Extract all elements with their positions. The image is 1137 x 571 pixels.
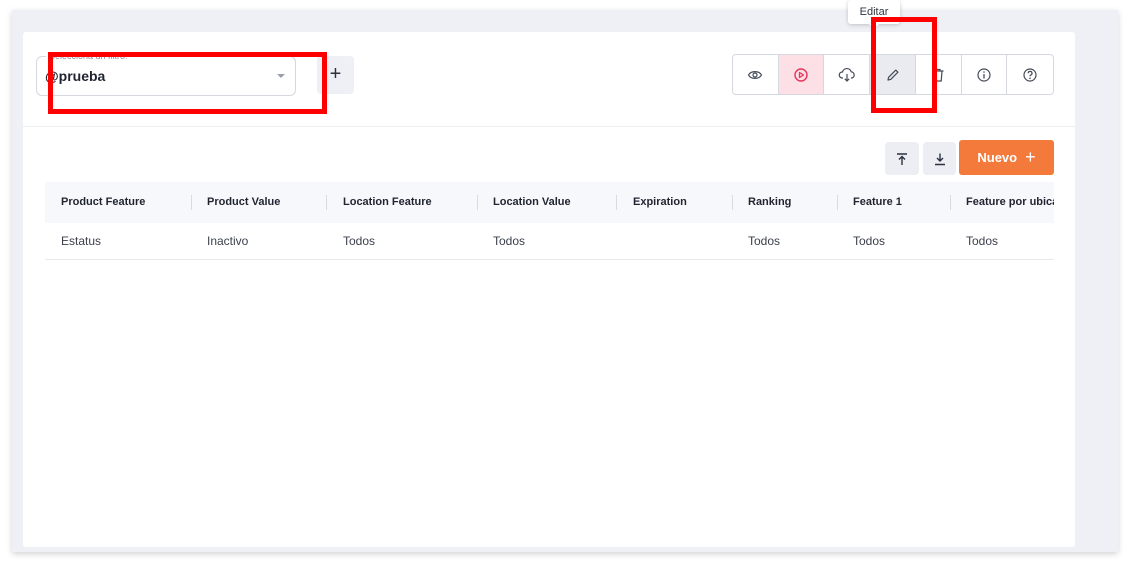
cloud-download-icon (838, 67, 855, 82)
column-header[interactable]: Product Feature (61, 182, 145, 223)
header-divider (23, 126, 1075, 127)
help-icon (1023, 67, 1037, 82)
column-divider (191, 195, 192, 210)
download-cloud-button[interactable] (824, 55, 871, 94)
table-cell: Todos (853, 234, 886, 248)
filter-value: @prueba (45, 68, 106, 84)
upload-icon (897, 152, 907, 165)
new-button[interactable]: Nuevo + (959, 140, 1054, 175)
main-card: Selecciona un filtro: @prueba + Nuevo + … (23, 32, 1075, 547)
eye-icon (748, 70, 763, 79)
pencil-icon (886, 69, 899, 81)
table-cell: Todos (493, 234, 526, 248)
view-button[interactable] (733, 55, 779, 94)
download-icon (934, 153, 945, 165)
activate-button[interactable] (778, 55, 825, 94)
column-divider (950, 195, 951, 210)
trash-icon (932, 68, 944, 82)
table-cell: Todos (966, 234, 999, 248)
column-header[interactable]: Ranking (748, 182, 791, 223)
plus-icon: + (1025, 147, 1036, 167)
edit-tooltip: Editar (848, 0, 900, 29)
column-header[interactable]: Feature por ubica (966, 182, 1054, 223)
table-row[interactable]: Estatus Inactivo Todos Todos Todos Todos… (45, 223, 1054, 260)
help-button[interactable] (1007, 55, 1053, 94)
column-divider (326, 195, 327, 210)
delete-button[interactable] (916, 55, 962, 94)
data-table: Product Feature Product Value Location F… (45, 182, 1054, 260)
filter-select[interactable]: Selecciona un filtro: @prueba (36, 50, 296, 96)
table-cell: Estatus (61, 234, 102, 248)
table-cell: Todos (748, 234, 781, 248)
download-button[interactable] (923, 142, 956, 175)
play-circle-icon (794, 67, 808, 82)
column-header[interactable]: Product Value (207, 182, 280, 223)
column-divider (477, 195, 478, 210)
column-header[interactable]: Location Feature (343, 182, 432, 223)
add-filter-button[interactable]: + (317, 56, 354, 94)
column-divider (732, 195, 733, 210)
upload-button[interactable] (885, 142, 919, 175)
table-header: Product Feature Product Value Location F… (45, 182, 1054, 223)
column-divider (616, 195, 617, 210)
table-cell: Todos (343, 234, 376, 248)
chevron-down-icon[interactable] (277, 74, 285, 78)
column-divider (837, 195, 838, 210)
table-cell: Inactivo (207, 234, 249, 248)
filter-label: Selecciona un filtro: (46, 50, 131, 62)
new-button-label: Nuevo (977, 150, 1018, 165)
column-header[interactable]: Feature 1 (853, 182, 902, 223)
edit-button[interactable] (870, 55, 916, 94)
info-icon (977, 67, 991, 82)
action-toolbar (732, 54, 1054, 95)
column-header[interactable]: Expiration (633, 182, 687, 223)
column-header[interactable]: Location Value (493, 182, 571, 223)
info-button[interactable] (962, 55, 1008, 94)
